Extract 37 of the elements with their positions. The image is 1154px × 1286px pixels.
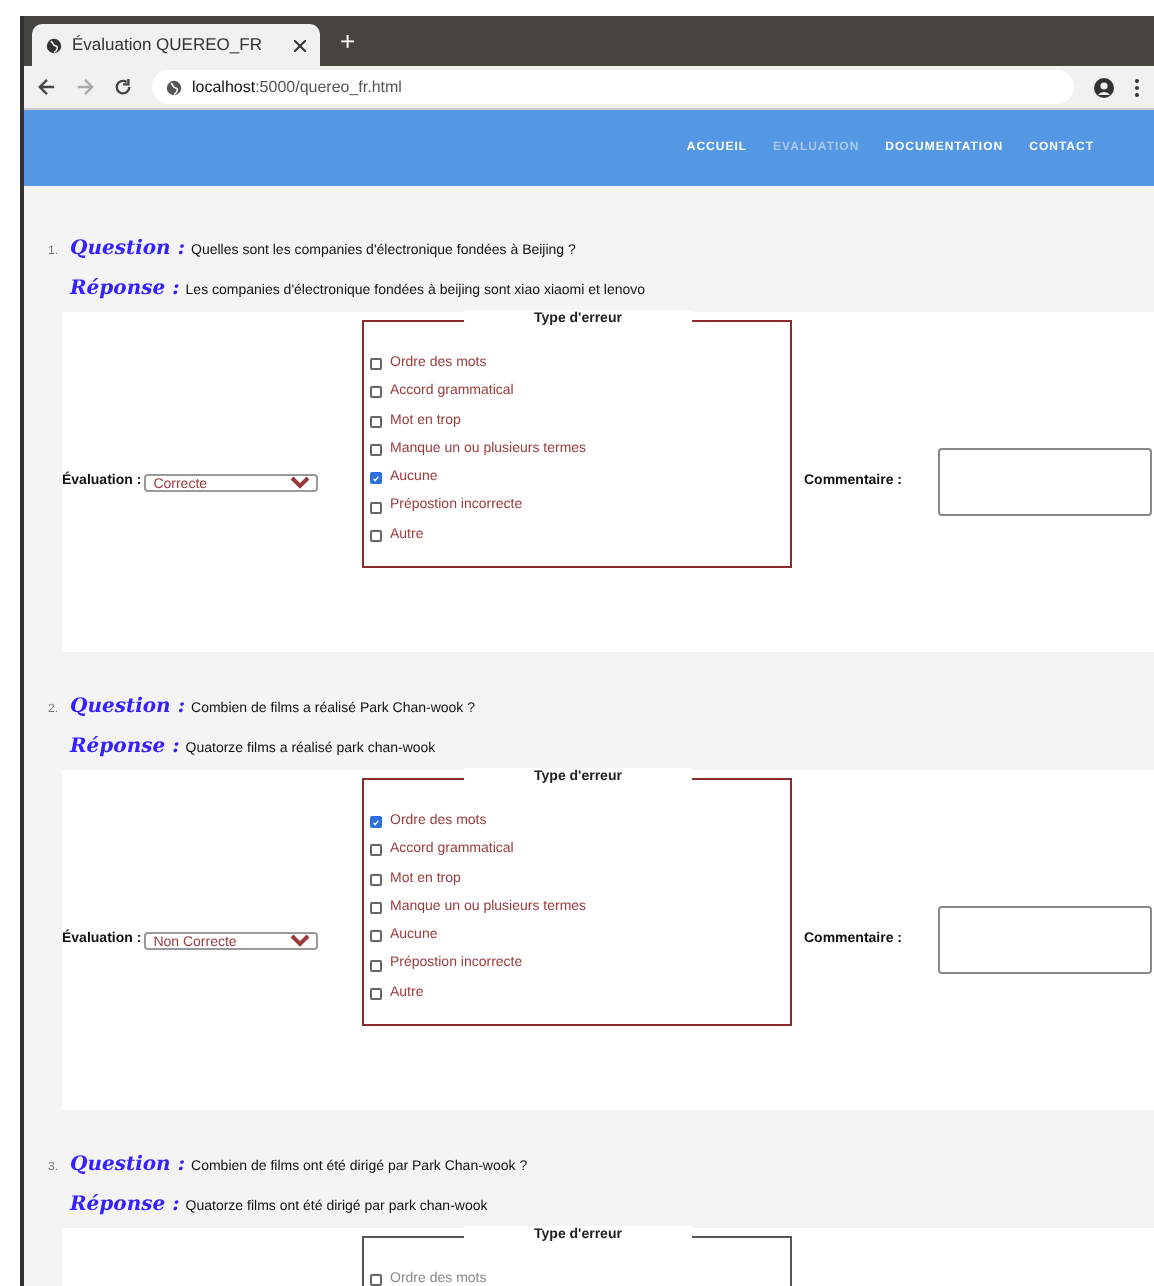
checkbox[interactable] — [370, 987, 382, 1000]
url-text: localhost:5000/quereo_fr.html — [192, 75, 402, 99]
browser-tab[interactable]: Évaluation QUEREO_FR — [32, 24, 320, 66]
question-label: Question : — [70, 1152, 186, 1180]
checkbox[interactable] — [370, 501, 382, 514]
checkbox[interactable] — [370, 1274, 382, 1286]
checkbox[interactable] — [370, 844, 382, 857]
checkbox[interactable] — [370, 444, 382, 457]
check-icon — [372, 817, 380, 828]
checkbox[interactable] — [370, 873, 382, 886]
checkbox[interactable] — [370, 472, 382, 485]
comment-field[interactable] — [938, 448, 1152, 516]
answer-label: Réponse : — [70, 734, 180, 762]
tab-title: Évaluation QUEREO_FR — [72, 32, 264, 58]
address-bar[interactable]: localhost:5000/quereo_fr.html — [152, 70, 1074, 104]
account-icon[interactable] — [1094, 77, 1114, 97]
question-label: Question : — [70, 236, 186, 264]
globe-icon — [46, 37, 62, 53]
question-label: Question : — [70, 694, 186, 722]
answer-label: Réponse : — [70, 1192, 180, 1220]
checkbox[interactable] — [370, 902, 382, 915]
check-icon — [372, 473, 380, 484]
close-icon[interactable] — [294, 39, 306, 51]
new-tab-button[interactable]: + — [340, 21, 356, 60]
checkbox[interactable] — [370, 816, 382, 829]
checkbox[interactable] — [370, 930, 382, 943]
checkbox[interactable] — [370, 415, 382, 428]
comment-field[interactable] — [938, 906, 1152, 974]
menu-icon[interactable] — [1134, 77, 1140, 97]
checkbox[interactable] — [370, 529, 382, 542]
checkbox[interactable] — [370, 358, 382, 371]
checkbox[interactable] — [370, 959, 382, 972]
reload-icon[interactable] — [114, 78, 132, 96]
back-icon[interactable] — [38, 78, 56, 96]
answer-label: Réponse : — [70, 276, 180, 304]
globe-icon — [166, 79, 182, 95]
checkbox[interactable] — [370, 386, 382, 399]
